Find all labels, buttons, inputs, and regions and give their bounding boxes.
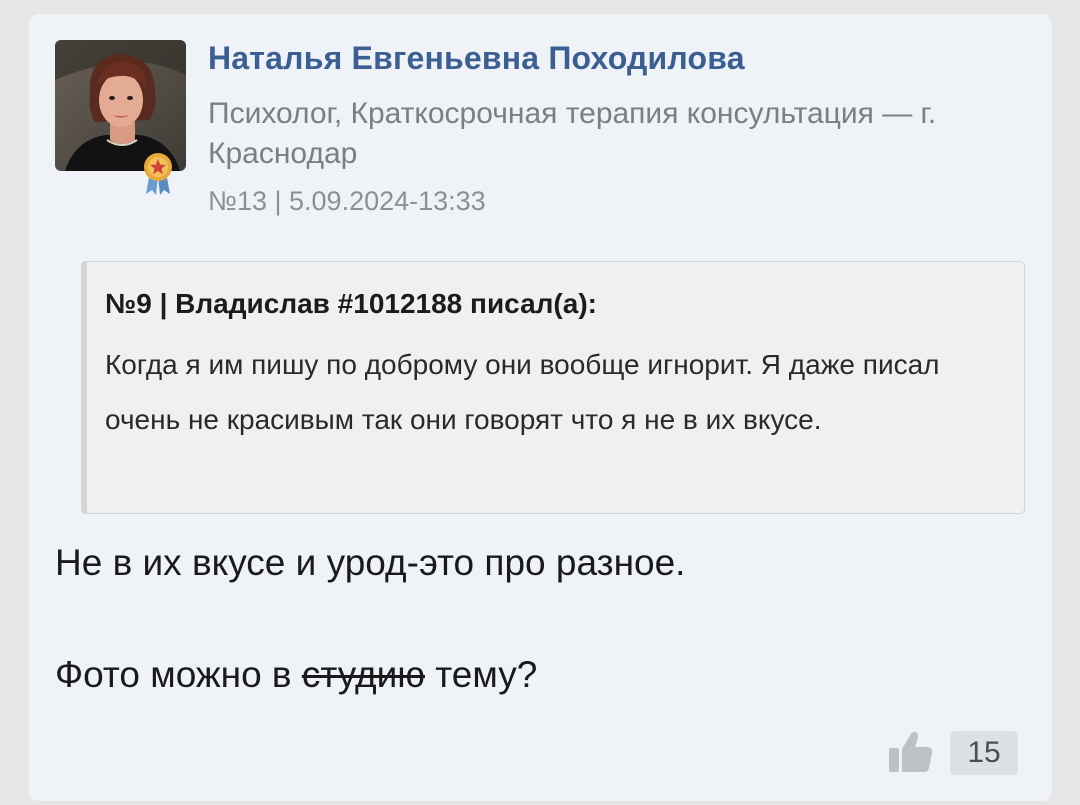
author-info: Психолог, Краткосрочная терапия консульт…	[208, 97, 937, 170]
quote-header[interactable]: №9 | Владислав #1012188 писал(а):	[105, 284, 1004, 324]
quote-text: Когда я им пишу по доброму они вообще иг…	[105, 349, 940, 435]
like-button[interactable]	[887, 728, 935, 774]
like-count: 15	[950, 731, 1018, 775]
thumbs-up-icon	[889, 731, 933, 772]
author-name-link[interactable]: Наталья Евгеньевна Походилова	[208, 40, 745, 77]
post-body-line: Не в их вкусе и урод-это про разное.	[55, 542, 686, 583]
forum-post-card: Наталья Евгеньевна Походилова Психолог, …	[29, 14, 1052, 801]
author-avatar[interactable]	[55, 40, 186, 195]
award-ribbon-icon	[144, 153, 172, 195]
quote-block: №9 | Владислав #1012188 писал(а): Когда …	[81, 261, 1025, 514]
post-body-line: Фото можно в студию тему?	[55, 654, 537, 696]
post-meta[interactable]: №13 | 5.09.2024-13:33	[208, 186, 486, 217]
struck-text: студию	[301, 654, 425, 695]
post-body-text: Фото можно в	[55, 654, 302, 695]
post-body-text: тему?	[425, 654, 538, 695]
